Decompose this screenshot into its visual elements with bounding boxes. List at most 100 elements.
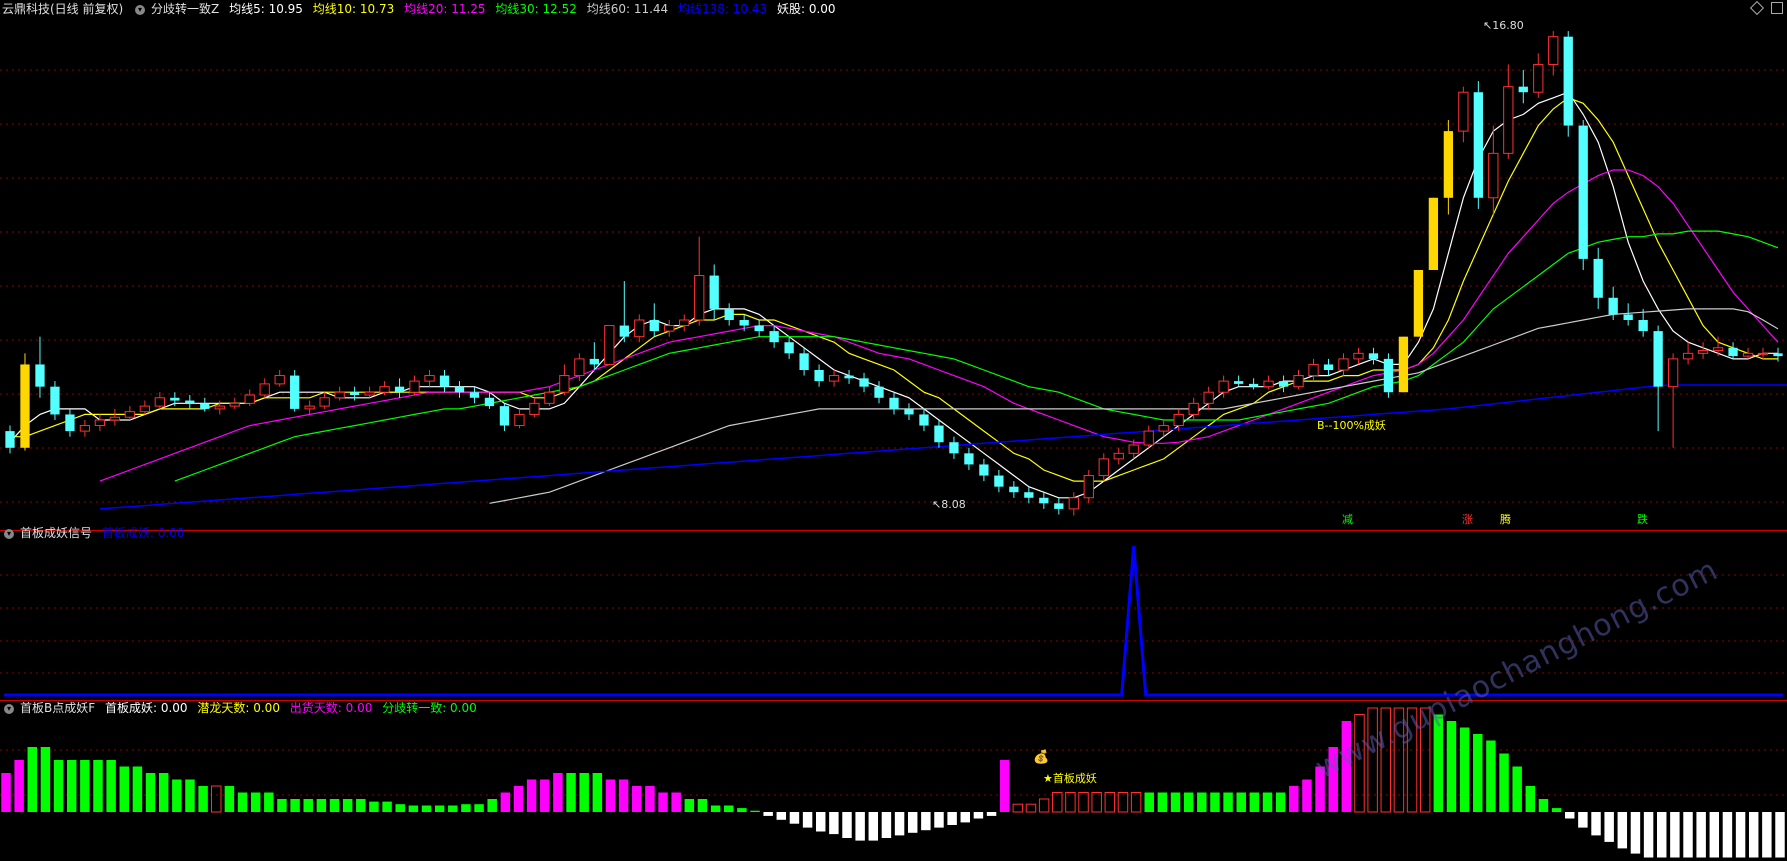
histogram-bar <box>1604 812 1614 842</box>
histogram-bar <box>1170 792 1181 812</box>
histogram-bar <box>1473 734 1483 812</box>
ma-line-均线60 <box>489 308 1779 504</box>
histogram-bar <box>1065 792 1076 813</box>
candle-body-down <box>814 370 824 382</box>
candle-body-limit <box>1398 336 1409 393</box>
histogram-bar <box>474 804 484 812</box>
candle-body-up <box>79 425 91 432</box>
histogram-bar <box>802 812 813 828</box>
candle-body-up <box>828 375 840 382</box>
histogram-bar <box>1512 766 1522 812</box>
histogram-bar <box>1578 812 1588 828</box>
candle-body-down <box>724 308 734 320</box>
histogram-bar <box>1657 812 1667 858</box>
histogram-bar <box>1591 812 1601 836</box>
candle-body-up <box>1742 352 1754 357</box>
histogram-bar <box>1275 792 1286 812</box>
candle-body-up <box>514 413 525 427</box>
histogram-bar <box>855 812 865 841</box>
candle-body-down <box>1323 364 1334 370</box>
histogram-bar <box>93 760 103 812</box>
histogram-bar <box>316 799 327 812</box>
candle-body-up <box>1263 380 1274 388</box>
candle-body-down <box>65 414 75 432</box>
histogram-bar <box>369 801 379 812</box>
candle-body-down <box>859 378 869 387</box>
histogram-bar <box>1249 792 1260 812</box>
candle-body-up <box>1218 380 1229 393</box>
histogram-bar <box>579 773 589 812</box>
candle-body-up <box>574 358 585 377</box>
histogram-bar <box>356 799 366 812</box>
histogram-bar <box>53 760 64 812</box>
histogram-bar <box>1236 792 1246 812</box>
histogram-bar <box>907 812 918 833</box>
histogram-bar <box>211 785 222 813</box>
histogram-bar <box>1104 792 1116 813</box>
histogram-bar <box>1 773 11 812</box>
candle-body-down <box>739 320 749 326</box>
candle-body-limit <box>20 364 30 448</box>
candle-body-down <box>709 275 719 309</box>
candle-body-limit <box>1428 197 1439 270</box>
candle-body-up <box>1158 425 1169 432</box>
histogram-bar <box>185 779 195 812</box>
candle-body-up <box>109 416 121 421</box>
histogram-bar <box>789 812 800 824</box>
b-point-label: B--100%成妖 <box>1317 419 1386 432</box>
candle-body-up <box>1548 36 1559 65</box>
histogram-bar <box>290 799 300 812</box>
histogram-bar <box>461 804 471 812</box>
histogram-bar <box>408 805 419 812</box>
candle-body-up <box>544 391 555 404</box>
histogram-bar <box>66 760 77 812</box>
histogram-bar <box>1486 740 1496 812</box>
candle-body-down <box>919 414 929 426</box>
histogram-bar <box>553 773 563 812</box>
candle-body-limit <box>1413 270 1424 337</box>
candle-body-up <box>1682 352 1694 360</box>
histogram-bar <box>40 747 51 812</box>
histogram-bar <box>80 760 90 812</box>
histogram-bar <box>1683 812 1693 858</box>
candle-body-down <box>349 392 360 395</box>
histogram-bar <box>1210 792 1220 812</box>
candle-body-down <box>979 464 989 476</box>
candle-body-up <box>1083 475 1094 499</box>
candle-body-down <box>1383 358 1394 393</box>
histogram-bar <box>1538 799 1549 812</box>
candle-body-up <box>1353 352 1364 360</box>
candle-body-up <box>319 397 330 407</box>
ma-line-均线10 <box>10 97 1778 482</box>
candle-body-up <box>664 325 675 332</box>
candle-body-up <box>274 375 285 385</box>
candle-body-down <box>874 386 884 398</box>
candle-body-down <box>484 397 495 407</box>
histogram-bar <box>145 773 156 812</box>
chart-canvas[interactable] <box>0 0 1787 861</box>
candle-body-up <box>244 394 255 404</box>
candle-body-limit <box>1443 131 1454 198</box>
histogram-bar <box>1643 812 1654 858</box>
histogram-bar <box>395 804 405 812</box>
candle-body-up <box>1113 452 1124 460</box>
histogram-bar <box>224 786 235 812</box>
histogram-bar <box>868 812 879 841</box>
histogram-bar <box>526 779 537 812</box>
histogram-bar <box>1735 812 1746 858</box>
candle-body-up <box>94 419 106 427</box>
candle-body-up <box>1533 63 1544 93</box>
histogram-bar <box>448 805 458 812</box>
histogram-bar <box>132 766 143 812</box>
histogram-bar <box>1499 753 1509 812</box>
histogram-bar <box>1157 792 1168 812</box>
histogram-bar <box>815 812 826 832</box>
tag-jian: 减 <box>1342 513 1353 526</box>
histogram-bar <box>172 779 182 812</box>
candle-body-up <box>694 275 705 321</box>
histogram-bar <box>881 812 892 838</box>
high-price-label: ↖16.80 <box>1483 19 1524 32</box>
candle-body-up <box>1488 152 1499 199</box>
histogram-bar <box>14 760 24 812</box>
candle-body-up <box>304 405 315 410</box>
